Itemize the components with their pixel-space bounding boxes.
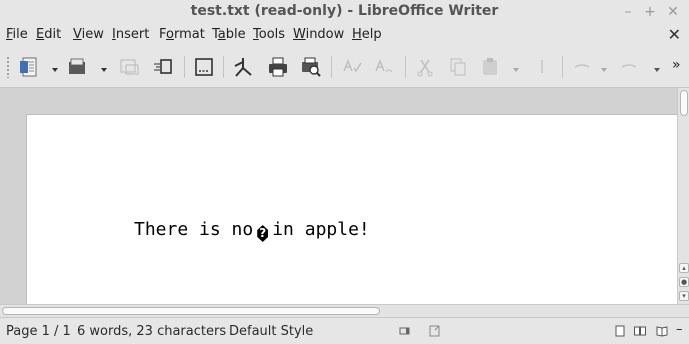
selection-mode-icon[interactable] bbox=[399, 325, 411, 337]
close-document-button[interactable]: ✕ bbox=[668, 25, 681, 44]
document-modified-icon bbox=[429, 325, 441, 337]
book-view-icon[interactable] bbox=[656, 325, 668, 337]
page-indicator[interactable]: Page 1 / 1 bbox=[6, 324, 71, 339]
export-pdf-icon[interactable] bbox=[232, 56, 254, 78]
toolbar-separator bbox=[223, 56, 224, 78]
maximize-button[interactable]: + bbox=[641, 3, 659, 21]
new-document-icon[interactable] bbox=[19, 56, 41, 78]
menu-view[interactable]: View bbox=[73, 27, 104, 42]
clone-formatting-icon bbox=[531, 56, 553, 78]
zoom-slider-overflow[interactable]: – bbox=[676, 322, 683, 337]
cut-icon bbox=[414, 56, 436, 78]
paste-dropdown-chevron-icon bbox=[512, 63, 520, 72]
document-text-line[interactable]: There is no? in apple! bbox=[134, 219, 370, 242]
undo-dropdown-chevron-icon bbox=[600, 63, 608, 72]
edit-mode-icon[interactable] bbox=[193, 56, 215, 78]
replacement-character-glyph: ? bbox=[257, 225, 269, 242]
vertical-scroll-thumb[interactable] bbox=[680, 90, 688, 116]
window-title: test.txt (read-only) - LibreOffice Write… bbox=[190, 3, 499, 19]
copy-icon bbox=[447, 56, 469, 78]
menu-table[interactable]: Table bbox=[212, 27, 246, 42]
spelling-icon bbox=[341, 56, 363, 78]
new-dropdown-chevron-icon[interactable] bbox=[51, 63, 59, 72]
document-text-after: in apple! bbox=[272, 219, 370, 240]
menu-bar: File Edit View Insert Format Table Tools… bbox=[0, 24, 689, 46]
menu-file[interactable]: File bbox=[6, 27, 28, 42]
minimize-button[interactable]: – bbox=[619, 3, 637, 21]
vertical-scrollbar[interactable]: ▴ ● ▾ bbox=[677, 88, 689, 304]
document-canvas[interactable]: There is no? in apple! bbox=[0, 88, 677, 304]
redo-icon bbox=[618, 56, 640, 78]
menu-help[interactable]: Help bbox=[352, 27, 382, 42]
save-icon bbox=[118, 56, 140, 78]
word-count: 6 words, 23 characters bbox=[77, 324, 227, 339]
previous-page-button[interactable]: ▴ bbox=[679, 263, 689, 273]
document-page[interactable]: There is no? in apple! bbox=[26, 114, 677, 304]
menu-insert[interactable]: Insert bbox=[112, 27, 149, 42]
document-text-before: There is no bbox=[134, 219, 254, 240]
redo-dropdown-chevron-icon bbox=[653, 63, 661, 72]
multi-page-view-icon[interactable] bbox=[634, 325, 646, 337]
toolbar-separator bbox=[405, 56, 406, 78]
autospell-icon bbox=[373, 56, 395, 78]
toolbar-grip-handle[interactable] bbox=[6, 56, 10, 78]
status-bar: Page 1 / 1 6 words, 23 characters Defaul… bbox=[0, 317, 689, 344]
title-bar: test.txt (read-only) - LibreOffice Write… bbox=[0, 0, 689, 24]
undo-icon bbox=[571, 56, 593, 78]
open-dropdown-chevron-icon[interactable] bbox=[100, 63, 108, 72]
horizontal-scroll-thumb[interactable] bbox=[2, 307, 380, 315]
page-style[interactable]: Default Style bbox=[229, 324, 313, 339]
toolbar-separator bbox=[184, 56, 185, 78]
print-preview-icon[interactable] bbox=[300, 56, 322, 78]
menu-tools[interactable]: Tools bbox=[253, 27, 285, 42]
single-page-view-icon[interactable] bbox=[614, 325, 626, 337]
next-page-button[interactable]: ▾ bbox=[679, 291, 689, 301]
open-folder-icon[interactable] bbox=[66, 56, 88, 78]
horizontal-scrollbar[interactable] bbox=[0, 304, 689, 317]
export-icon[interactable] bbox=[152, 56, 174, 78]
menu-format[interactable]: Format bbox=[159, 27, 205, 42]
print-icon[interactable] bbox=[267, 56, 289, 78]
menu-edit[interactable]: Edit bbox=[36, 27, 61, 42]
toolbar-separator bbox=[331, 56, 332, 78]
navigator-button[interactable]: ● bbox=[679, 277, 689, 287]
paste-icon bbox=[479, 56, 501, 78]
toolbar-separator bbox=[562, 56, 563, 78]
standard-toolbar: » bbox=[0, 46, 689, 88]
close-window-button[interactable]: ✕ bbox=[664, 3, 682, 21]
menu-window[interactable]: Window bbox=[293, 27, 344, 42]
toolbar-overflow-button[interactable]: » bbox=[672, 57, 681, 73]
